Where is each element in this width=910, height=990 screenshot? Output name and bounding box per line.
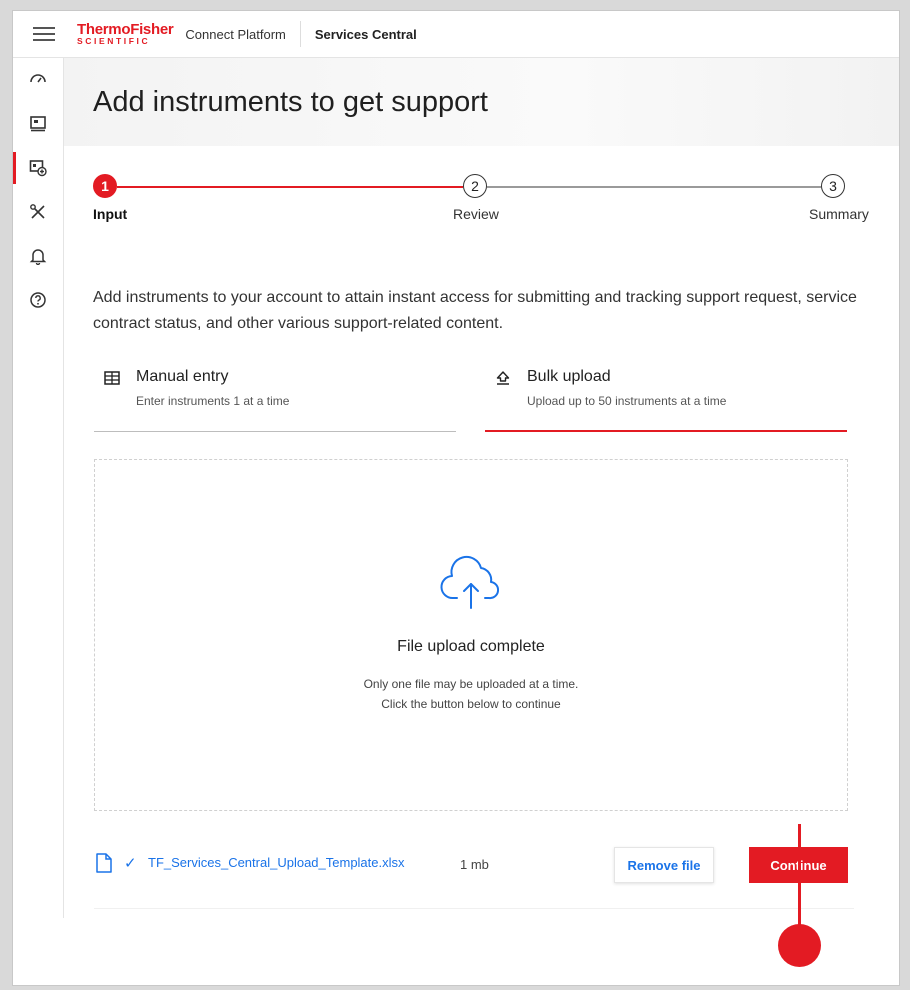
file-name-link[interactable]: TF_Services_Central_Upload_Template.xlsx [148,855,405,870]
step-2-circle: 2 [463,174,487,198]
intro-text: Add instruments to your account to attai… [93,289,857,332]
bell-icon [29,249,47,265]
progress-stepper: 1 Input 2 Review 3 Summary [93,174,873,234]
file-size: 1 mb [460,857,489,872]
platform-name[interactable]: Connect Platform [185,27,285,42]
tab-bulk-upload-subtitle: Upload up to 50 instruments at a time [527,394,727,408]
tab-manual-entry-subtitle: Enter instruments 1 at a time [136,394,290,408]
file-icon [96,853,112,873]
step-3-label: Summary [809,206,869,222]
nav-tools[interactable] [13,190,63,234]
step-3-circle: 3 [821,174,845,198]
add-instrument-icon [29,160,47,177]
callout-marker [778,924,821,967]
tab-bulk-upload-underline [485,430,847,432]
side-nav [13,58,64,918]
nav-instruments[interactable] [13,102,63,146]
tools-icon [30,204,45,219]
tab-manual-entry[interactable]: Manual entry Enter instruments 1 at a ti… [94,366,456,432]
header-divider [299,21,301,47]
page-title: Add instruments to get support [93,86,488,118]
nav-dashboard[interactable] [13,58,63,102]
app-name[interactable]: Services Central [315,27,417,42]
table-icon [104,371,120,385]
stepper-line-complete [117,186,463,188]
nav-help[interactable] [13,278,63,322]
content-divider [94,908,854,909]
page-header: Add instruments to get support [64,58,899,146]
top-bar: ThermoFisher SCIENTIFIC Connect Platform… [13,11,899,58]
hamburger-menu-icon[interactable] [33,23,55,45]
uploaded-file-row: ✓ TF_Services_Central_Upload_Template.xl… [94,845,854,885]
upload-status-title: File upload complete [397,638,545,655]
help-icon [30,292,46,308]
check-icon: ✓ [124,855,137,872]
instrument-icon [30,116,46,132]
step-2-label: Review [453,206,499,222]
upload-instructions-line-1: Only one file may be uploaded at a time. [363,677,579,691]
remove-file-button[interactable]: Remove file [614,847,714,883]
cloud-upload-icon [440,555,500,609]
thermofisher-logo[interactable]: ThermoFisher SCIENTIFIC [77,22,174,46]
tab-bulk-upload[interactable]: Bulk upload Upload up to 50 instruments … [485,366,847,432]
tab-manual-entry-title: Manual entry [136,368,229,385]
dashboard-icon [30,74,46,83]
step-1-circle: 1 [93,174,117,198]
app-window: ThermoFisher SCIENTIFIC Connect Platform… [12,10,900,986]
stepper-line-pending [487,186,821,188]
tab-manual-entry-underline [94,431,456,432]
upload-arrow-icon [496,371,510,385]
file-dropzone[interactable]: File upload complete Only one file may b… [94,459,848,811]
nav-add-instruments[interactable] [13,146,63,190]
tab-bulk-upload-title: Bulk upload [527,368,611,385]
nav-notifications[interactable] [13,234,63,278]
step-1-label: Input [93,206,128,222]
upload-instructions: Only one file may be uploaded at a time.… [95,674,847,714]
upload-instructions-line-2: Click the button below to continue [381,697,561,711]
